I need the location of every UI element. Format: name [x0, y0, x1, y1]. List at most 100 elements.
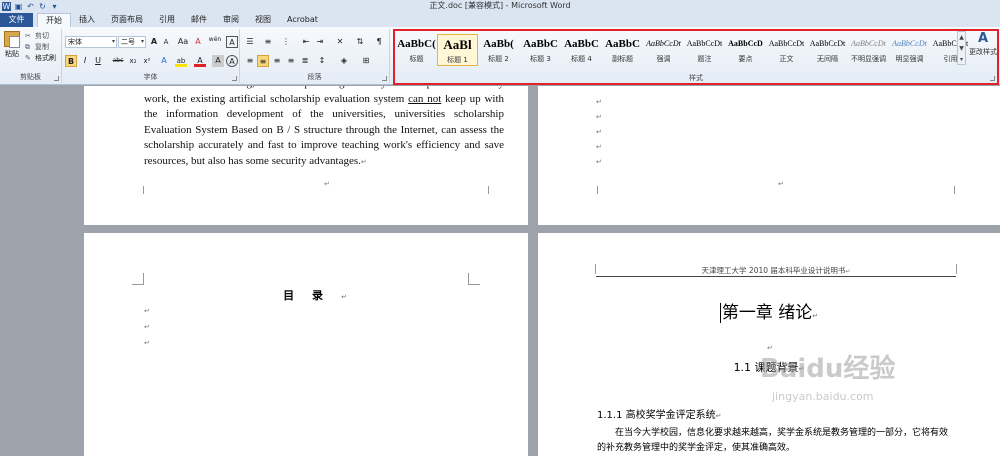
- increase-indent-icon[interactable]: ⇥: [314, 36, 326, 48]
- highlight-button[interactable]: ab: [175, 55, 187, 67]
- numbering-icon[interactable]: ≡: [262, 36, 274, 48]
- decrease-indent-icon[interactable]: ⇤: [300, 36, 312, 48]
- phonetic-guide-button[interactable]: wén: [204, 34, 226, 46]
- document-area[interactable]: student has been rising, scholarship man…: [0, 86, 1000, 456]
- italic-button[interactable]: I: [79, 55, 91, 67]
- paragraph-mark: ↵: [812, 312, 819, 320]
- font-color-button[interactable]: A: [194, 55, 206, 67]
- style-name: 标题 1: [447, 56, 468, 64]
- paste-button[interactable]: 粘贴: [3, 31, 21, 65]
- page-2[interactable]: ↵ ↵ ↵ ↵ ↵ ↵: [538, 86, 1000, 225]
- margin-corner: [488, 186, 500, 194]
- font-name-value: 宋体: [68, 38, 82, 46]
- tab-acrobat[interactable]: Acrobat: [279, 13, 326, 27]
- show-marks-icon[interactable]: ¶: [373, 36, 385, 48]
- styles-group-label: 样式: [689, 74, 703, 82]
- text-effects-button[interactable]: A: [158, 55, 170, 67]
- paragraph-mark: ↵: [596, 98, 602, 106]
- page-3[interactable]: 目录↵ ↵ ↵ ↵: [84, 233, 528, 456]
- style-item-12[interactable]: AaBbCcDt 明显强调: [889, 34, 930, 66]
- paragraph-dialog-launcher[interactable]: [382, 76, 387, 81]
- style-sample: AaBbC: [523, 38, 558, 50]
- shrink-font-button[interactable]: A: [160, 36, 172, 48]
- style-item-11[interactable]: AaBbCcDt 不明显强调: [848, 34, 889, 66]
- style-name: 标题 2: [488, 55, 509, 63]
- page-4[interactable]: 天津理工大学 2010 届本科毕业设计说明书↵ 第一章 绪论↵ ↵ 1.1 课题…: [538, 233, 1000, 456]
- tab-file[interactable]: 文件: [0, 13, 33, 27]
- styles-scroll[interactable]: ▲ ▼ ▾: [957, 31, 966, 65]
- tab-mailings[interactable]: 邮件: [183, 13, 215, 27]
- align-right-icon[interactable]: ≡: [271, 55, 283, 67]
- superscript-button[interactable]: x²: [141, 55, 153, 67]
- style-sample: AaBbCcD: [728, 39, 763, 48]
- style-item-2[interactable]: AaBb(标题 2: [478, 34, 519, 66]
- style-sample: AaBbC: [564, 38, 599, 50]
- page-1[interactable]: student has been rising, scholarship man…: [84, 86, 528, 225]
- tab-references[interactable]: 引用: [151, 13, 183, 27]
- abstract-underlined: can not: [408, 92, 442, 105]
- bullets-icon[interactable]: ☰: [244, 36, 256, 48]
- abstract-text: student has been rising, scholarship man…: [144, 86, 504, 170]
- scroll-up-icon[interactable]: ▲: [958, 32, 965, 43]
- margin-corner: [954, 186, 966, 194]
- strikethrough-button[interactable]: abc: [110, 55, 126, 67]
- style-item-0[interactable]: AaBbC(标题: [396, 34, 437, 66]
- tab-page-layout[interactable]: 页面布局: [103, 13, 151, 27]
- align-left-icon[interactable]: ≡: [244, 55, 256, 67]
- styles-gallery: AaBbC(标题 AaBl 标题 1 AaBb(标题 2 AaBbC 标题 3 AaBbC 标…: [393, 29, 999, 85]
- line-spacing-icon[interactable]: ↕: [316, 55, 328, 67]
- style-name: 要点: [738, 55, 753, 63]
- style-item-6[interactable]: AaBbCcDt 强调: [643, 34, 684, 66]
- bold-button[interactable]: B: [65, 55, 77, 67]
- expand-gallery-icon[interactable]: ▾: [958, 54, 965, 65]
- tab-insert[interactable]: 插入: [71, 13, 103, 27]
- style-item-9[interactable]: AaBbCcDt 正文: [766, 34, 807, 66]
- format-painter-button[interactable]: ✎ 格式刷: [25, 53, 56, 63]
- tab-review[interactable]: 审阅: [215, 13, 247, 27]
- clear-format-button[interactable]: A: [192, 36, 204, 48]
- underline-button[interactable]: U: [92, 55, 104, 67]
- chinese-layout-icon[interactable]: ✕: [334, 36, 346, 48]
- paragraph-mark: ↵: [341, 293, 347, 301]
- font-name-combo[interactable]: 宋体 ▾: [65, 36, 117, 48]
- font-size-combo[interactable]: 二号 ▾: [118, 36, 146, 48]
- copy-button[interactable]: ⧉ 复制: [25, 42, 49, 52]
- multilevel-list-icon[interactable]: ⋮: [280, 36, 292, 48]
- style-item-4[interactable]: AaBbC 标题 4: [561, 34, 602, 66]
- font-dialog-launcher[interactable]: [232, 76, 237, 81]
- subsection-title: 1.1.1 高校奖学金评定系统↵: [597, 406, 722, 421]
- tab-view[interactable]: 视图: [247, 13, 279, 27]
- char-shading-button[interactable]: A: [212, 55, 224, 67]
- styles-dialog-launcher[interactable]: [990, 76, 995, 81]
- paragraph-mark: ↵: [144, 307, 150, 315]
- style-item-1[interactable]: AaBl 标题 1: [437, 34, 478, 66]
- shading-icon[interactable]: ◈: [338, 55, 350, 67]
- borders-icon[interactable]: ⊞: [360, 55, 372, 67]
- subsection-title-text: 1.1.1 高校奖学金评定系统: [597, 410, 716, 421]
- grow-font-button[interactable]: A: [148, 36, 160, 48]
- align-center-icon[interactable]: ≡: [257, 55, 269, 67]
- paragraph-mark: ↵: [596, 113, 602, 121]
- style-item-7[interactable]: AaBbCcDt 题注: [684, 34, 725, 66]
- change-case-button[interactable]: Aa: [175, 36, 191, 48]
- style-item-10[interactable]: AaBbCcDt 无间隔: [807, 34, 848, 66]
- style-name: 正文: [779, 55, 794, 63]
- style-item-3[interactable]: AaBbC 标题 3: [520, 34, 561, 66]
- style-sample: AaBl: [443, 37, 472, 52]
- toc-title-text: 目录: [283, 289, 342, 302]
- chapter-title: 第一章 绪论↵: [538, 298, 1000, 323]
- justify-icon[interactable]: ≡: [285, 55, 297, 67]
- scroll-down-icon[interactable]: ▼: [958, 43, 965, 54]
- distributed-icon[interactable]: ≣: [299, 55, 311, 67]
- change-styles-button[interactable]: A 更改样式: [968, 31, 998, 57]
- cut-button[interactable]: ✂ 剪切: [25, 31, 49, 41]
- subscript-button[interactable]: x₂: [127, 55, 139, 67]
- clipboard-dialog-launcher[interactable]: [54, 76, 59, 81]
- sort-icon[interactable]: ⇅: [354, 36, 366, 48]
- page-header-text: 天津理工大学 2010 届本科毕业设计说明书↵: [596, 265, 956, 276]
- enclose-char-button[interactable]: A: [226, 55, 238, 67]
- char-border-button[interactable]: A: [226, 36, 238, 48]
- tab-home[interactable]: 开始: [37, 13, 71, 27]
- style-item-8[interactable]: AaBbCcD 要点: [725, 34, 766, 66]
- style-item-5[interactable]: AaBbC 副标题: [602, 34, 643, 66]
